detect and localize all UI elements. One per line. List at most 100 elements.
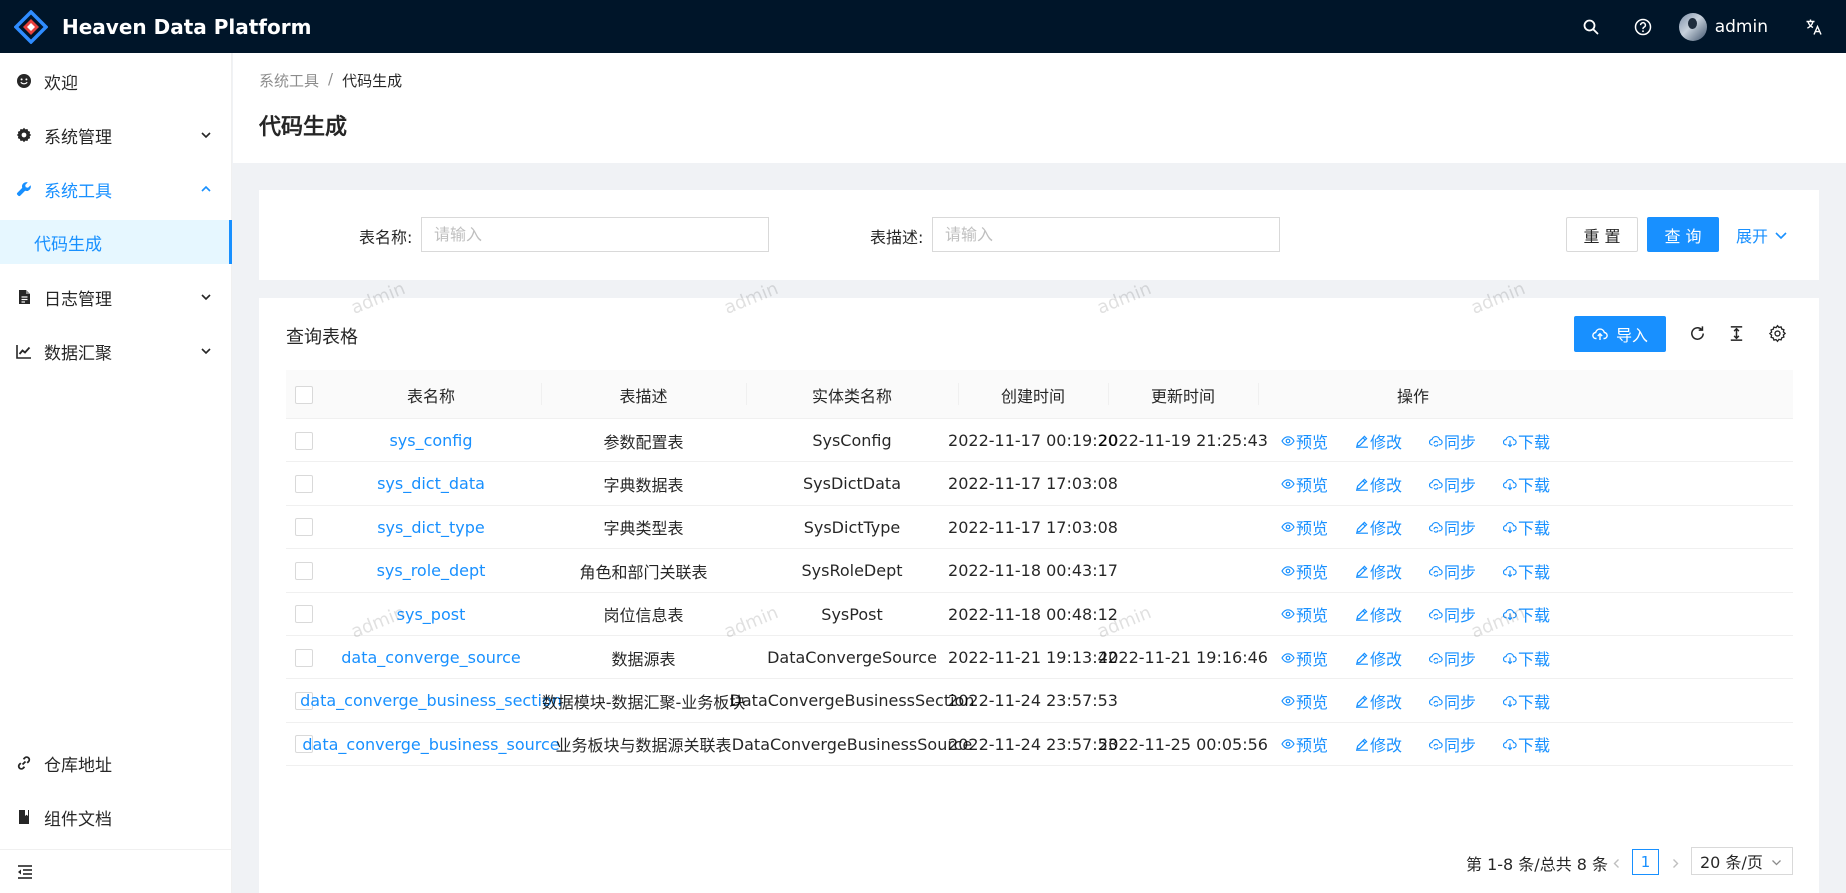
column-header-updated-time[interactable]: 更新时间 [1108,370,1258,419]
edit-button[interactable]: 修改 [1355,462,1402,505]
table-name-link[interactable]: sys_role_dept [321,549,541,592]
header-help-button[interactable] [1617,0,1669,53]
sidebar-item-system-management[interactable]: 系统管理 [0,111,232,159]
app-title: Heaven Data Platform [62,14,312,39]
reload-button[interactable] [1687,323,1707,343]
book-icon [16,809,32,825]
query-button[interactable]: 查 询 [1647,217,1719,252]
pagination-prev-button[interactable] [1606,850,1626,876]
eye-icon [1281,607,1296,621]
download-button[interactable]: 下载 [1503,593,1550,636]
entity-name-cell: DataConvergeBusinessSource [731,734,973,754]
cloud-download-icon [1503,607,1518,621]
table-name-link[interactable]: sys_config [321,419,541,462]
download-button[interactable]: 下载 [1503,549,1550,592]
sync-button[interactable]: 同步 [1429,462,1476,505]
preview-button[interactable]: 预览 [1281,723,1328,766]
density-button[interactable] [1726,323,1746,343]
column-settings-button[interactable] [1767,323,1787,343]
sync-button[interactable]: 同步 [1429,593,1476,636]
action-label: 预览 [1296,736,1329,756]
action-label: 同步 [1444,519,1477,539]
table-row: sys_post 岗位信息表 SysPost 2022-11-18 00:48:12 预… [286,593,1793,636]
preview-button[interactable]: 预览 [1281,593,1328,636]
table-name-link[interactable]: sys_dict_data [321,462,541,505]
row-checkbox[interactable] [294,648,313,667]
app-logo[interactable]: Heaven Data Platform [0,0,311,53]
header-search-button[interactable] [1565,0,1617,53]
edit-button[interactable]: 修改 [1355,723,1402,766]
user-menu[interactable]: admin [1669,0,1786,53]
sync-button[interactable]: 同步 [1429,549,1476,592]
download-button[interactable]: 下载 [1503,462,1550,505]
edit-button[interactable]: 修改 [1355,679,1402,722]
edit-button[interactable]: 修改 [1355,636,1402,679]
edit-button[interactable]: 修改 [1355,506,1402,549]
column-header-entity-name[interactable]: 实体类名称 [746,370,958,419]
column-header-table-desc[interactable]: 表描述 [541,370,746,419]
sync-button[interactable]: 同步 [1429,723,1476,766]
row-select-cell [286,419,321,462]
preview-button[interactable]: 预览 [1281,679,1328,722]
preview-button[interactable]: 预览 [1281,636,1328,679]
sync-button[interactable]: 同步 [1429,679,1476,722]
preview-button[interactable]: 预览 [1281,419,1328,462]
table-name-link[interactable]: data_converge_business_section [300,679,562,722]
column-header-created-time[interactable]: 创建时间 [958,370,1108,419]
table-name-input[interactable] [421,217,769,252]
created-time-cell: 2022-11-24 23:57:53 [948,691,1118,711]
preview-button[interactable]: 预览 [1281,549,1328,592]
row-checkbox[interactable] [294,605,313,624]
row-checkbox[interactable] [294,561,313,580]
select-all-checkbox[interactable] [294,385,313,404]
breadcrumb-parent[interactable]: 系统工具 [259,70,319,91]
row-checkbox[interactable] [294,474,313,493]
table-desc-input[interactable] [932,217,1280,252]
column-header-table-name[interactable]: 表名称 [321,370,541,419]
pagination-next-button[interactable] [1665,850,1685,876]
sidebar-item-code-generation[interactable]: 代码生成 [0,220,232,264]
edit-button[interactable]: 修改 [1355,549,1402,592]
table-name-link[interactable]: data_converge_business_source [302,723,559,766]
row-checkbox[interactable] [294,431,313,450]
sidebar-item-log-management[interactable]: 日志管理 [0,273,232,321]
preview-button[interactable]: 预览 [1281,506,1328,549]
smile-icon [16,73,32,89]
table-name-link[interactable]: data_converge_source [321,636,541,679]
expand-toggle[interactable]: 展开 [1736,223,1788,247]
pagination-total: 第 1-8 条/总共 8 条 [1466,855,1609,874]
preview-button[interactable]: 预览 [1281,462,1328,505]
reset-button[interactable]: 重 置 [1566,217,1638,252]
expand-label: 展开 [1736,227,1769,246]
edit-icon [1355,737,1370,752]
action-label: 修改 [1370,432,1403,452]
sidebar-item-component-docs[interactable]: 组件文档 [0,793,232,841]
breadcrumb-current: 代码生成 [342,72,403,90]
pagination-page-1[interactable]: 1 [1632,849,1659,875]
sync-button[interactable]: 同步 [1429,419,1476,462]
edit-button[interactable]: 修改 [1355,419,1402,462]
page-size-select[interactable]: 20 条/页 [1691,847,1793,875]
sidebar-item-welcome[interactable]: 欢迎 [0,57,232,105]
download-button[interactable]: 下载 [1503,506,1550,549]
download-button[interactable]: 下载 [1503,679,1550,722]
sidebar-item-system-tools[interactable]: 系统工具 [0,165,232,213]
updated-time-cell [1108,506,1258,549]
download-button[interactable]: 下载 [1503,636,1550,679]
download-button[interactable]: 下载 [1503,723,1550,766]
table-name-link[interactable]: sys_dict_type [321,506,541,549]
row-checkbox[interactable] [294,518,313,537]
sidebar-collapse-button[interactable] [0,849,232,893]
sync-button[interactable]: 同步 [1429,636,1476,679]
table-name-link[interactable]: sys_post [321,593,541,636]
download-button[interactable]: 下载 [1503,419,1550,462]
entity-name-cell: DataConvergeSource [767,648,937,667]
import-button[interactable]: 导入 [1574,316,1666,352]
cloud-sync-icon [1429,737,1444,751]
sync-button[interactable]: 同步 [1429,506,1476,549]
language-switch-button[interactable] [1786,0,1842,53]
sidebar-item-repository[interactable]: 仓库地址 [0,739,232,787]
edit-button[interactable]: 修改 [1355,593,1402,636]
sidebar-item-data-converge[interactable]: 数据汇聚 [0,327,232,375]
chevron-down-icon [201,348,211,355]
